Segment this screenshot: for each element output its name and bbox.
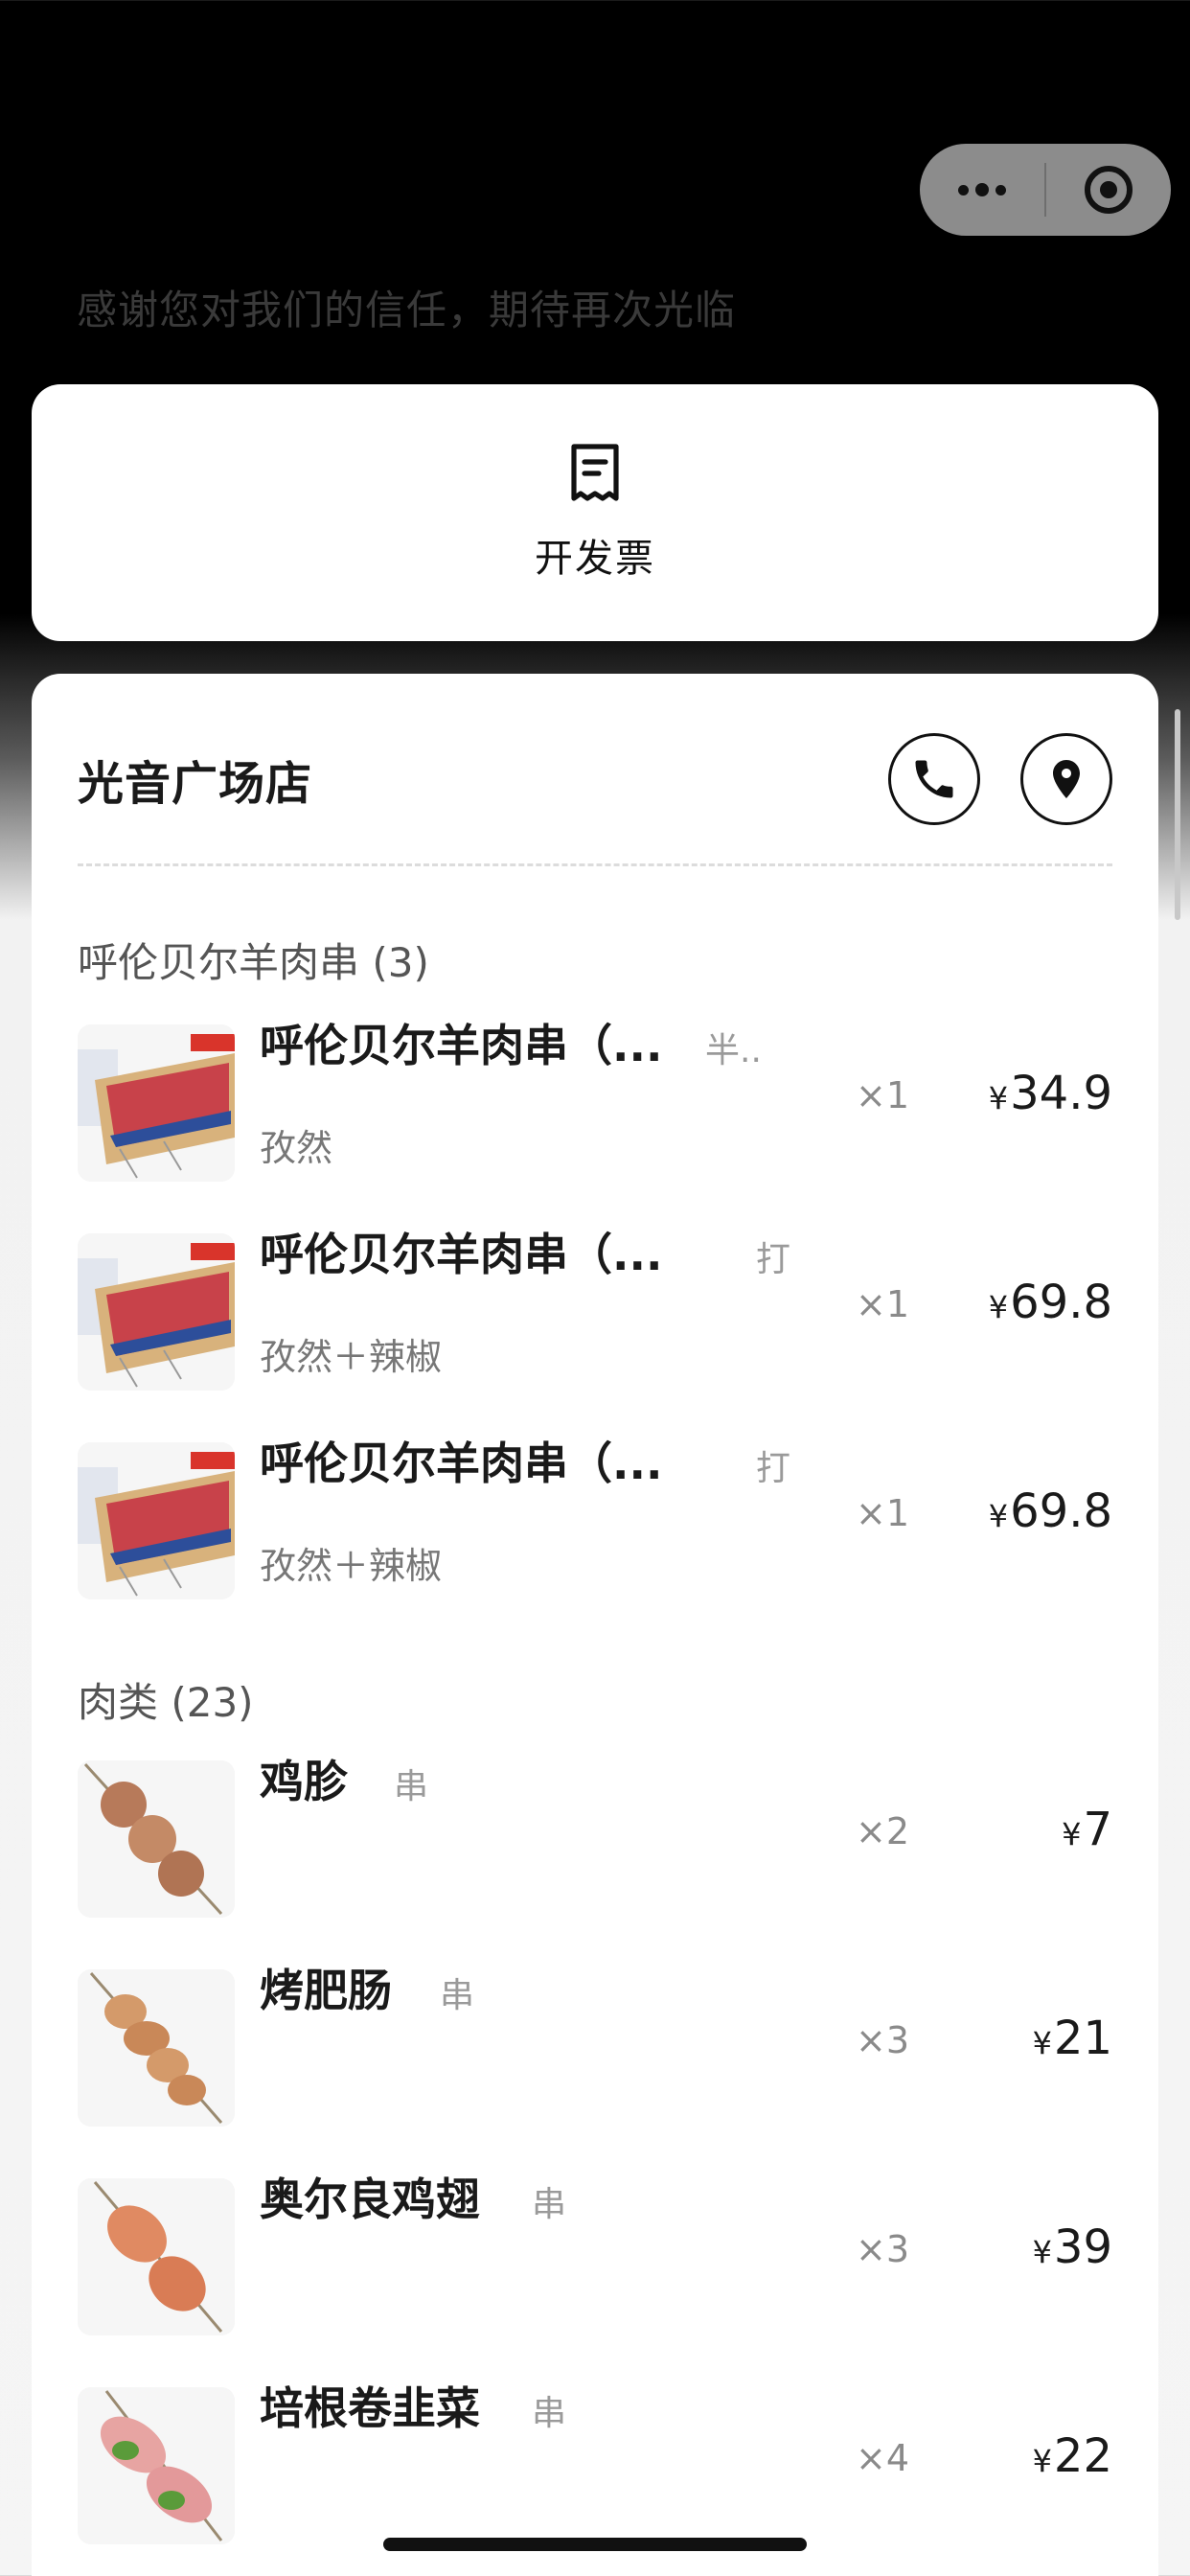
item-name: 呼伦贝尔羊肉串（... [260,1438,663,1489]
item-seasoning: 孜然 [260,1127,333,1169]
item-unit: 串 [440,1976,475,2015]
location-pin-icon [1053,760,1080,798]
store-location-button[interactable] [1020,733,1112,825]
product-image-lamb-skewer [78,1024,235,1182]
product-image-lamb-skewer [78,1233,235,1391]
item-unit: 串 [532,2394,567,2433]
section-title: 肉类 (23) [78,1679,254,1726]
dashed-divider [78,863,1112,866]
item-name: 烤肥肠 [260,1965,392,2016]
target-close-icon [1085,166,1133,214]
item-name: 培根卷韭菜 [260,2382,480,2434]
item-seasoning: 孜然＋辣椒 [260,1336,443,1378]
item-quantity: ×3 [856,2228,910,2270]
item-quantity: ×4 [856,2437,910,2479]
product-image-lamb-skewer [78,1442,235,1599]
more-dots-icon [958,183,1006,196]
item-name: 呼伦贝尔羊肉串（... [260,1020,663,1071]
item-name: 奥尔良鸡翅 [260,2174,480,2225]
item-spec: 半.. [705,1031,762,1070]
item-spec: 打 [756,1240,791,1279]
item-unit: 串 [532,2185,567,2224]
store-name: 光音广场店 [78,757,313,811]
order-item: 呼伦贝尔羊肉串（... 打 孜然＋辣椒 ×1 ¥69.8 [78,1214,1112,1396]
item-quantity: ×2 [856,1810,910,1852]
order-item: 奥尔良鸡翅 串 ×3 ¥39 [78,2159,1112,2341]
section-title: 呼伦贝尔羊肉串 (3) [78,939,429,986]
item-price: ¥69.8 [988,1484,1112,1538]
scrollbar[interactable] [1175,709,1180,920]
thanks-message: 感谢您对我们的信任，期待再次光临 [77,287,737,334]
item-price: ¥7 [1062,1803,1112,1856]
item-price: ¥34.9 [988,1067,1112,1120]
close-miniprogram-button[interactable] [1046,144,1171,236]
product-image-gizzard-skewer [78,1760,235,1918]
item-seasoning: 孜然＋辣椒 [260,1545,443,1587]
home-indicator[interactable] [383,2538,807,2551]
order-item: 烤肥肠 串 ×3 ¥21 [78,1950,1112,2132]
item-quantity: ×1 [856,1492,910,1534]
item-price: ¥21 [1032,2012,1112,2065]
item-quantity: ×1 [856,1074,910,1116]
store-header: 光音广场店 [78,731,1112,827]
order-item: 培根卷韭菜 串 ×4 ¥22 [78,2368,1112,2550]
receipt-icon [571,444,619,501]
product-image-intestine-skewer [78,1969,235,2127]
item-spec: 打 [756,1449,791,1488]
item-name: 呼伦贝尔羊肉串（... [260,1229,663,1280]
miniprogram-capsule [920,144,1171,236]
order-item: 呼伦贝尔羊肉串（... 半.. 孜然 ×1 ¥34.9 [78,1005,1112,1187]
phone-icon [915,760,953,798]
invoice-label: 开发票 [535,537,655,581]
order-card: 光音广场店 呼伦贝尔羊肉串 (3) 呼伦贝尔羊肉串（... 半.. 孜然 ×1 … [32,674,1158,2576]
item-name: 鸡胗 [260,1756,348,1807]
product-image-wing-skewer [78,2178,235,2335]
product-image-bacon-chive-skewer [78,2387,235,2544]
item-price: ¥69.8 [988,1276,1112,1329]
item-quantity: ×3 [856,2019,910,2061]
item-price: ¥22 [1032,2429,1112,2483]
more-button[interactable] [920,144,1044,236]
item-price: ¥39 [1032,2220,1112,2274]
item-unit: 串 [394,1767,429,1806]
item-quantity: ×1 [856,1283,910,1325]
invoice-button[interactable]: 开发票 [32,384,1158,641]
order-item: 呼伦贝尔羊肉串（... 打 孜然＋辣椒 ×1 ¥69.8 [78,1423,1112,1605]
order-item: 鸡胗 串 ×2 ¥7 [78,1741,1112,1923]
call-store-button[interactable] [888,733,980,825]
